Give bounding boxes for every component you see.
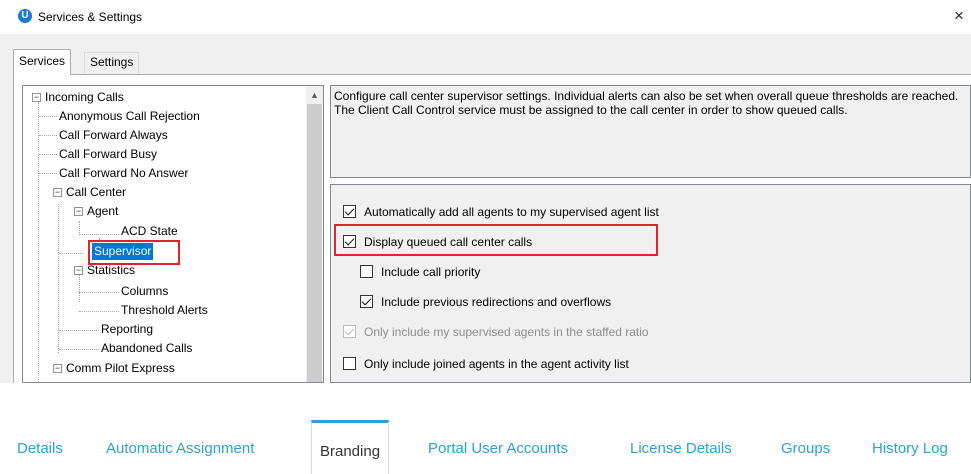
tree-connector xyxy=(59,253,83,254)
option-label: Only include joined agents in the agent … xyxy=(364,357,629,371)
tree-scrollbar[interactable]: ▲ xyxy=(306,86,323,382)
tree-connector xyxy=(59,349,99,350)
collapse-icon[interactable]: − xyxy=(74,207,83,216)
collapse-icon[interactable]: − xyxy=(53,364,62,373)
tree-node-label: Agent xyxy=(87,204,119,218)
collapse-icon[interactable]: − xyxy=(74,266,83,275)
tab-services[interactable]: Services xyxy=(13,49,72,75)
tree-node-label: Call Center xyxy=(66,185,127,199)
tree-node-label: Call Forward No Answer xyxy=(59,166,189,180)
collapse-icon[interactable]: − xyxy=(32,93,41,102)
tree-node-label: Threshold Alerts xyxy=(121,303,208,317)
queued-calls-highlight-box xyxy=(334,224,658,256)
tree-connector xyxy=(79,234,119,235)
tree-node-label: Reporting xyxy=(101,322,154,336)
include-call-priority-checkbox[interactable] xyxy=(360,265,373,278)
tree-node-label: Comm Pilot Express xyxy=(66,361,175,375)
tree-node-label: Columns xyxy=(121,284,169,298)
tree-connector xyxy=(39,154,57,155)
option-label: Only include my supervised agents in the… xyxy=(364,325,649,339)
tab-groups[interactable]: Groups xyxy=(781,427,830,471)
page-tab-bar: Details Automatic Assignment Branding Po… xyxy=(0,407,971,474)
tree-node-label: Call Forward Busy xyxy=(59,147,158,161)
title-bar: U Services & Settings × xyxy=(0,0,971,34)
scrollbar-thumb[interactable] xyxy=(307,104,322,382)
joined-agents-only-checkbox[interactable] xyxy=(343,357,356,370)
supervisor-options-panel: Automatically add all agents to my super… xyxy=(330,184,971,383)
tree-connector xyxy=(79,272,80,302)
window-title: Services & Settings xyxy=(38,10,143,24)
collapse-icon[interactable]: − xyxy=(53,188,62,197)
option-label: Automatically add all agents to my super… xyxy=(364,205,659,219)
tree-connector xyxy=(59,330,99,331)
tree-node-label: Statistics xyxy=(87,263,136,277)
auto-add-agents-checkbox[interactable] xyxy=(343,205,356,218)
tree-connector xyxy=(79,292,119,293)
tree-node-label: Incoming Calls xyxy=(45,90,124,104)
tree-node-label: Call Forward Always xyxy=(59,128,168,142)
tab-settings[interactable]: Settings xyxy=(84,52,140,74)
tree-connector xyxy=(79,311,119,312)
tree-node-label: Anonymous Call Rejection xyxy=(59,109,200,123)
tree-connector xyxy=(79,221,80,235)
tab-details[interactable]: Details xyxy=(17,427,63,471)
settings-description: Configure call center supervisor setting… xyxy=(330,85,971,178)
app-logo-icon: U xyxy=(18,9,32,23)
services-tree[interactable]: − Incoming Calls Anonymous Call Rejectio… xyxy=(22,85,324,383)
tab-license-details[interactable]: License Details xyxy=(630,427,732,471)
scroll-up-icon[interactable]: ▲ xyxy=(306,90,323,100)
services-settings-dialog: U Services & Settings × Services Setting… xyxy=(0,0,971,383)
tab-branding[interactable]: Branding xyxy=(311,420,390,474)
tab-automatic-assignment[interactable]: Automatic Assignment xyxy=(106,427,254,471)
tab-history-log[interactable]: History Log xyxy=(872,427,948,471)
tree-connector xyxy=(39,116,57,117)
tree-connector xyxy=(38,102,39,382)
staffed-ratio-checkbox xyxy=(343,325,356,338)
close-button[interactable]: × xyxy=(947,2,971,30)
tab-portal-user-accounts[interactable]: Portal User Accounts xyxy=(428,427,568,471)
tree-connector xyxy=(39,173,57,174)
tree-node-label: Abandoned Calls xyxy=(101,341,193,355)
tree-node-label: ACD State xyxy=(121,224,178,238)
include-redirections-checkbox[interactable] xyxy=(360,295,373,308)
option-label: Include call priority xyxy=(381,265,481,279)
option-label: Include previous redirections and overfl… xyxy=(381,295,612,309)
tree-connector xyxy=(39,135,57,136)
